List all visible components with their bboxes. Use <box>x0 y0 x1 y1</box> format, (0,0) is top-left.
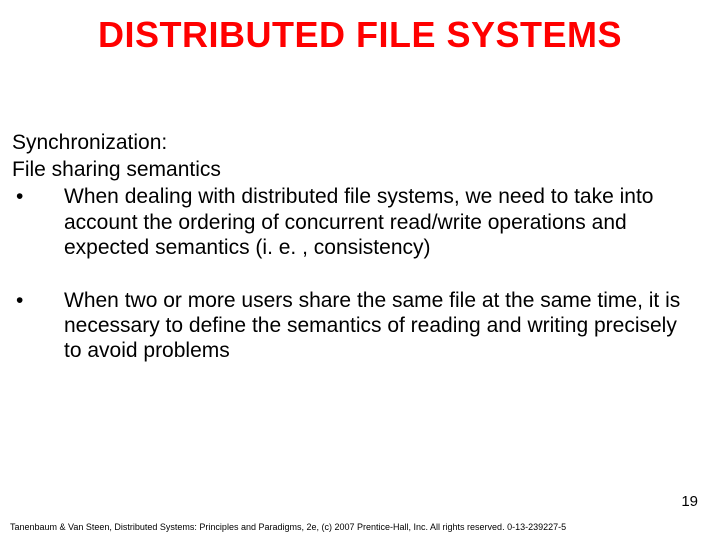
bullet-item: • When two or more users share the same … <box>12 288 700 364</box>
subheading-2: File sharing semantics <box>12 157 700 182</box>
slide: DISTRIBUTED FILE SYSTEMS Synchronization… <box>0 0 720 540</box>
bullet-mark-icon: • <box>12 184 64 209</box>
slide-body: Synchronization: File sharing semantics … <box>12 130 700 392</box>
bullet-mark-icon: • <box>12 288 64 313</box>
page-number: 19 <box>681 493 698 510</box>
bullet-item: • When dealing with distributed file sys… <box>12 184 700 260</box>
bullet-text: When dealing with distributed file syste… <box>64 184 700 260</box>
slide-title: DISTRIBUTED FILE SYSTEMS <box>0 0 720 56</box>
subheading-1: Synchronization: <box>12 130 700 155</box>
footer-citation: Tanenbaum & Van Steen, Distributed Syste… <box>10 522 566 532</box>
bullet-list: • When dealing with distributed file sys… <box>12 184 700 363</box>
bullet-text: When two or more users share the same fi… <box>64 288 700 364</box>
